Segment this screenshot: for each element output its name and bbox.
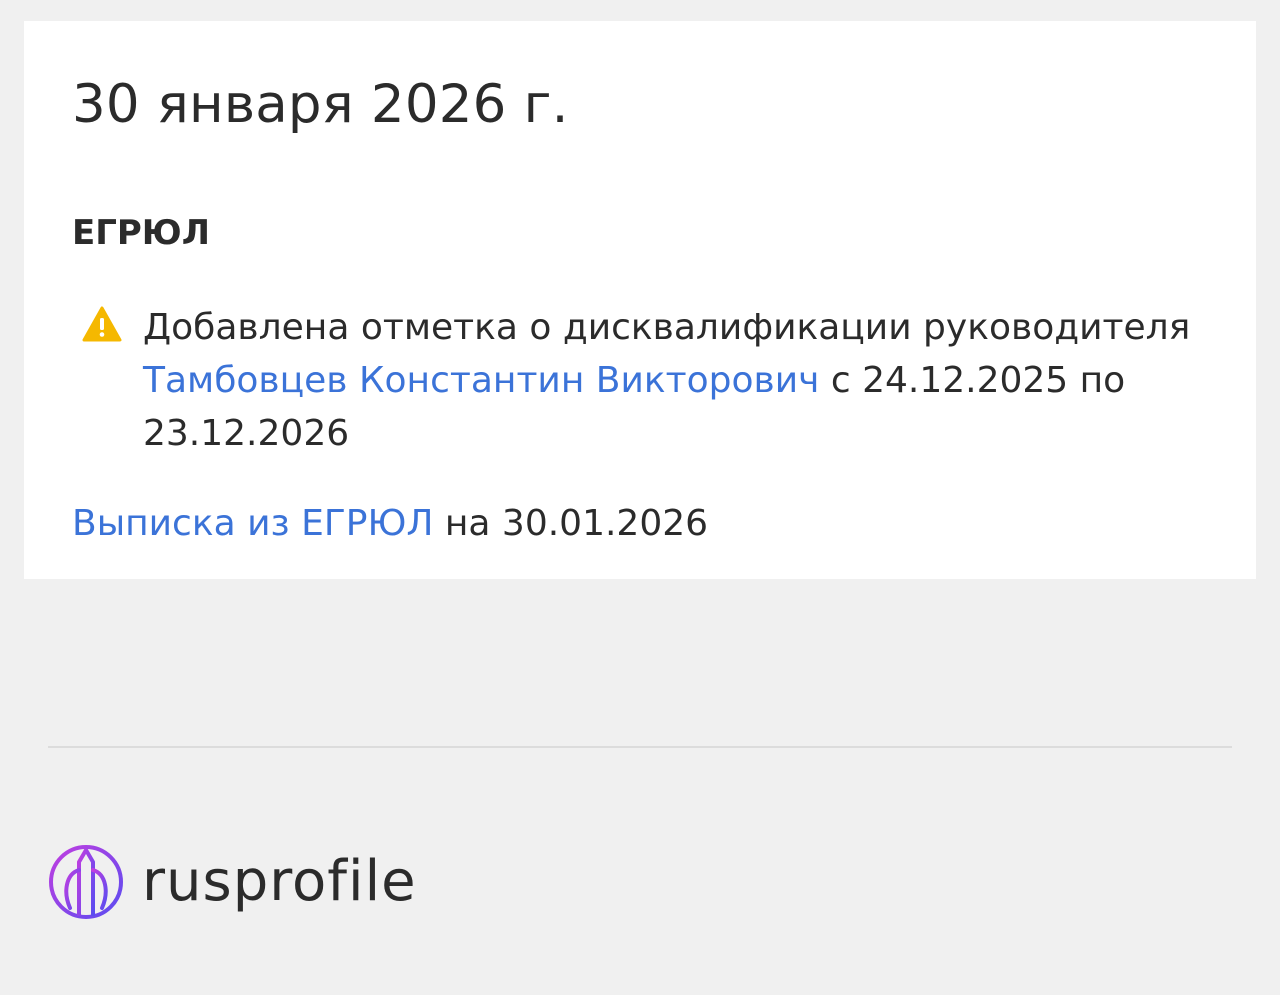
footer-divider	[48, 746, 1232, 748]
rusprofile-logo[interactable]: rusprofile	[46, 842, 417, 922]
event-source-heading: ЕГРЮЛ	[72, 213, 210, 253]
extract-date-text: на 30.01.2026	[433, 503, 709, 544]
event-card: 30 января 2026 г. ЕГРЮЛ Добавлена отметк…	[24, 21, 1256, 579]
rusprofile-logo-icon	[49, 845, 123, 919]
warning-icon	[82, 306, 122, 342]
event-text-before: Добавлена отметка о дисквалификации руко…	[143, 307, 1191, 348]
extract-line: Выписка из ЕГРЮЛ на 30.01.2026	[72, 497, 708, 550]
egrul-extract-link[interactable]: Выписка из ЕГРЮЛ	[72, 503, 433, 544]
director-name-link[interactable]: Тамбовцев Константин Викторович	[143, 360, 819, 401]
page: 30 января 2026 г. ЕГРЮЛ Добавлена отметк…	[0, 0, 1280, 995]
event-date: 30 января 2026 г.	[72, 74, 569, 135]
rusprofile-logo-text: rusprofile	[142, 849, 417, 914]
event-description: Добавлена отметка о дисквалификации руко…	[143, 301, 1233, 460]
